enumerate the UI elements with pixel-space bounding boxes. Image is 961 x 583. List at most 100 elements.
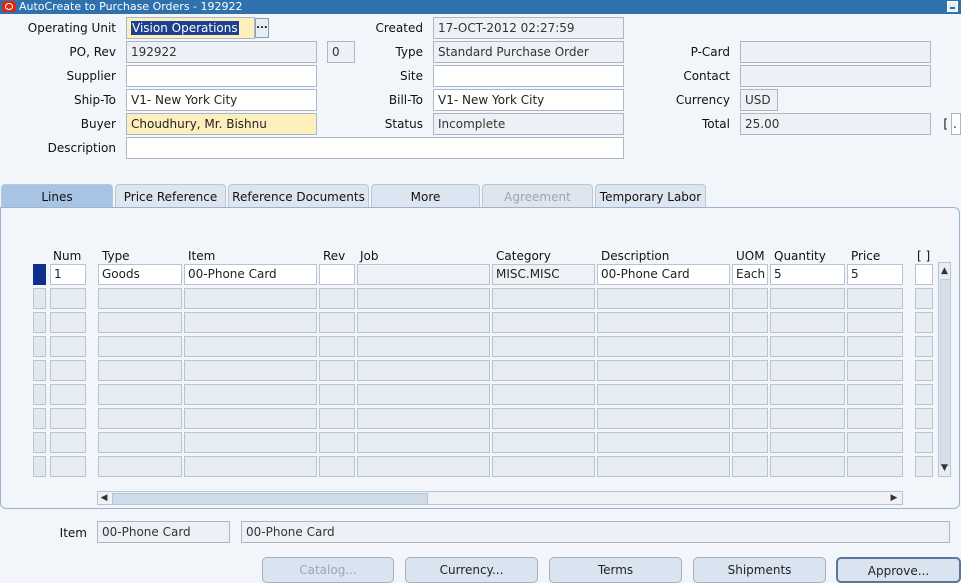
cell-num[interactable]: 1: [50, 264, 86, 285]
empty-cell[interactable]: [319, 456, 355, 477]
empty-cell[interactable]: [357, 456, 490, 477]
empty-cell[interactable]: [184, 360, 317, 381]
empty-cell[interactable]: [847, 432, 903, 453]
description-field[interactable]: [126, 137, 624, 159]
empty-cell[interactable]: [357, 336, 490, 357]
empty-cell[interactable]: [597, 288, 730, 309]
row-selector[interactable]: [33, 432, 46, 453]
catalog-button[interactable]: Catalog...: [262, 557, 394, 583]
empty-cell[interactable]: [50, 456, 86, 477]
operating-unit-lov-button[interactable]: ...: [255, 18, 269, 38]
row-selector[interactable]: [33, 384, 46, 405]
empty-cell[interactable]: [98, 336, 182, 357]
empty-cell[interactable]: [732, 360, 768, 381]
status-field[interactable]: Incomplete: [433, 113, 624, 135]
empty-cell[interactable]: [184, 288, 317, 309]
cell-category[interactable]: MISC.MISC: [492, 264, 595, 285]
empty-cell[interactable]: [319, 312, 355, 333]
empty-cell[interactable]: [184, 408, 317, 429]
empty-cell[interactable]: [319, 432, 355, 453]
row-selector[interactable]: [33, 408, 46, 429]
ship-to-field[interactable]: V1- New York City: [126, 89, 317, 111]
empty-cell[interactable]: [98, 384, 182, 405]
cell-type[interactable]: Goods: [98, 264, 182, 285]
horizontal-scroll-thumb[interactable]: [112, 493, 428, 505]
empty-cell[interactable]: [915, 408, 933, 429]
empty-cell[interactable]: [492, 288, 595, 309]
tab-temporary-labor[interactable]: Temporary Labor: [595, 184, 706, 208]
empty-cell[interactable]: [357, 360, 490, 381]
row-selector[interactable]: [33, 288, 46, 309]
scroll-down-icon[interactable]: ▼: [939, 461, 950, 475]
empty-cell[interactable]: [847, 408, 903, 429]
empty-cell[interactable]: [732, 456, 768, 477]
empty-cell[interactable]: [770, 312, 845, 333]
empty-cell[interactable]: [847, 360, 903, 381]
item-field[interactable]: 00-Phone Card: [97, 521, 230, 543]
empty-cell[interactable]: [847, 336, 903, 357]
empty-cell[interactable]: [492, 408, 595, 429]
po-number-field[interactable]: 192922: [126, 41, 317, 63]
empty-cell[interactable]: [184, 432, 317, 453]
scroll-left-icon[interactable]: ◀: [99, 491, 109, 505]
buyer-field[interactable]: Choudhury, Mr. Bishnu: [126, 113, 317, 135]
empty-cell[interactable]: [732, 408, 768, 429]
empty-cell[interactable]: [597, 384, 730, 405]
total-field[interactable]: 25.00: [740, 113, 931, 135]
tab-lines[interactable]: Lines: [1, 184, 113, 208]
bill-to-field[interactable]: V1- New York City: [433, 89, 624, 111]
empty-cell[interactable]: [492, 384, 595, 405]
cell-folder[interactable]: [915, 264, 933, 285]
extra-field[interactable]: .: [951, 113, 961, 135]
empty-cell[interactable]: [50, 360, 86, 381]
empty-cell[interactable]: [847, 288, 903, 309]
empty-cell[interactable]: [770, 288, 845, 309]
created-field[interactable]: 17-OCT-2012 02:27:59: [433, 17, 624, 39]
empty-cell[interactable]: [98, 408, 182, 429]
empty-cell[interactable]: [915, 336, 933, 357]
empty-cell[interactable]: [492, 432, 595, 453]
empty-cell[interactable]: [732, 432, 768, 453]
terms-button[interactable]: Terms: [549, 557, 682, 583]
empty-cell[interactable]: [732, 384, 768, 405]
empty-cell[interactable]: [50, 408, 86, 429]
empty-cell[interactable]: [98, 288, 182, 309]
empty-cell[interactable]: [847, 384, 903, 405]
empty-cell[interactable]: [50, 384, 86, 405]
empty-cell[interactable]: [357, 408, 490, 429]
tab-price-reference[interactable]: Price Reference: [115, 184, 226, 208]
minimize-icon[interactable]: [947, 1, 958, 12]
type-field[interactable]: Standard Purchase Order: [433, 41, 624, 63]
empty-cell[interactable]: [98, 456, 182, 477]
empty-cell[interactable]: [597, 408, 730, 429]
tab-reference-documents[interactable]: Reference Documents: [228, 184, 369, 208]
empty-cell[interactable]: [770, 432, 845, 453]
empty-cell[interactable]: [184, 384, 317, 405]
lines-vertical-scrollbar[interactable]: ▲ ▼: [938, 262, 951, 477]
empty-cell[interactable]: [597, 360, 730, 381]
empty-cell[interactable]: [50, 312, 86, 333]
tab-more[interactable]: More: [371, 184, 480, 208]
empty-cell[interactable]: [915, 360, 933, 381]
approve-button[interactable]: Approve...: [836, 557, 961, 583]
p-card-field[interactable]: [740, 41, 931, 63]
empty-cell[interactable]: [770, 360, 845, 381]
cell-job[interactable]: [357, 264, 490, 285]
empty-cell[interactable]: [184, 336, 317, 357]
empty-cell[interactable]: [770, 336, 845, 357]
empty-cell[interactable]: [98, 312, 182, 333]
empty-cell[interactable]: [98, 432, 182, 453]
cell-item[interactable]: 00-Phone Card: [184, 264, 317, 285]
empty-cell[interactable]: [357, 384, 490, 405]
empty-cell[interactable]: [770, 456, 845, 477]
empty-cell[interactable]: [50, 432, 86, 453]
row-selector[interactable]: [33, 336, 46, 357]
empty-cell[interactable]: [319, 384, 355, 405]
row-selector-current[interactable]: [33, 264, 46, 285]
empty-cell[interactable]: [732, 288, 768, 309]
item-description-field[interactable]: 00-Phone Card: [241, 521, 950, 543]
empty-cell[interactable]: [732, 336, 768, 357]
empty-cell[interactable]: [847, 456, 903, 477]
empty-cell[interactable]: [770, 384, 845, 405]
scroll-thumb[interactable]: [940, 279, 951, 466]
